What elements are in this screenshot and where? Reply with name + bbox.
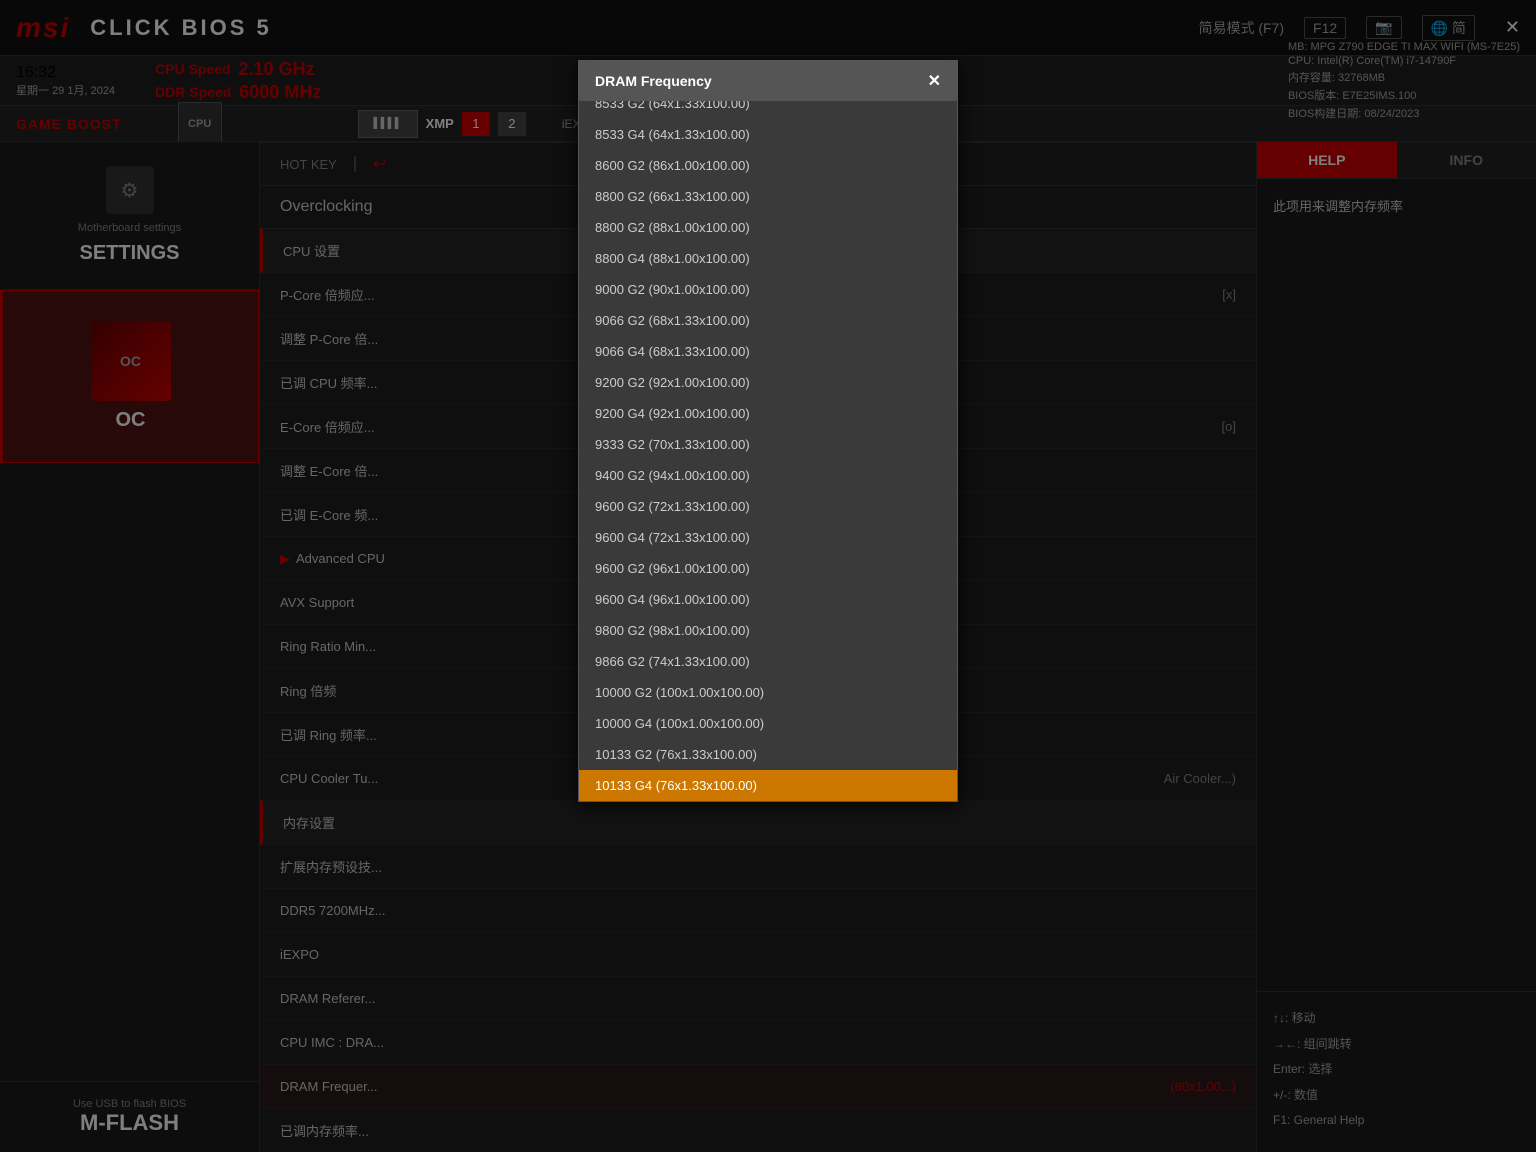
freq-item[interactable]: 9333 G2 (70x1.33x100.00)	[579, 429, 957, 460]
freq-item[interactable]: 10133 G4 (76x1.33x100.00)	[579, 770, 957, 801]
modal-body[interactable]: 8000 G4 (80x1.00x100.00)8200 G2 (82x1.00…	[579, 101, 957, 801]
freq-item[interactable]: 8800 G4 (88x1.00x100.00)	[579, 243, 957, 274]
modal-overlay: DRAM Frequency ✕ 8000 G4 (80x1.00x100.00…	[0, 0, 1536, 1152]
freq-item[interactable]: 9800 G2 (98x1.00x100.00)	[579, 615, 957, 646]
freq-item[interactable]: 9866 G2 (74x1.33x100.00)	[579, 646, 957, 677]
modal-title: DRAM Frequency	[595, 73, 712, 89]
freq-item[interactable]: 8533 G4 (64x1.33x100.00)	[579, 119, 957, 150]
freq-item[interactable]: 9600 G4 (72x1.33x100.00)	[579, 522, 957, 553]
freq-item[interactable]: 8533 G2 (64x1.33x100.00)	[579, 101, 957, 119]
modal-close-button[interactable]: ✕	[928, 71, 941, 91]
freq-item[interactable]: 10000 G4 (100x1.00x100.00)	[579, 708, 957, 739]
dram-modal: DRAM Frequency ✕ 8000 G4 (80x1.00x100.00…	[578, 60, 958, 802]
freq-item[interactable]: 8800 G2 (88x1.00x100.00)	[579, 212, 957, 243]
freq-item[interactable]: 8800 G2 (66x1.33x100.00)	[579, 181, 957, 212]
freq-item[interactable]: 8600 G2 (86x1.00x100.00)	[579, 150, 957, 181]
freq-item[interactable]: 9400 G2 (94x1.00x100.00)	[579, 460, 957, 491]
freq-item[interactable]: 10000 G2 (100x1.00x100.00)	[579, 677, 957, 708]
freq-item[interactable]: 9000 G2 (90x1.00x100.00)	[579, 274, 957, 305]
freq-item[interactable]: 10133 G2 (76x1.33x100.00)	[579, 739, 957, 770]
freq-item[interactable]: 9200 G4 (92x1.00x100.00)	[579, 398, 957, 429]
freq-item[interactable]: 9066 G2 (68x1.33x100.00)	[579, 305, 957, 336]
freq-item[interactable]: 9600 G2 (96x1.00x100.00)	[579, 553, 957, 584]
freq-item[interactable]: 9066 G4 (68x1.33x100.00)	[579, 336, 957, 367]
freq-item[interactable]: 9600 G2 (72x1.33x100.00)	[579, 491, 957, 522]
freq-item[interactable]: 9600 G4 (96x1.00x100.00)	[579, 584, 957, 615]
modal-header: DRAM Frequency ✕	[579, 61, 957, 101]
freq-item[interactable]: 9200 G2 (92x1.00x100.00)	[579, 367, 957, 398]
